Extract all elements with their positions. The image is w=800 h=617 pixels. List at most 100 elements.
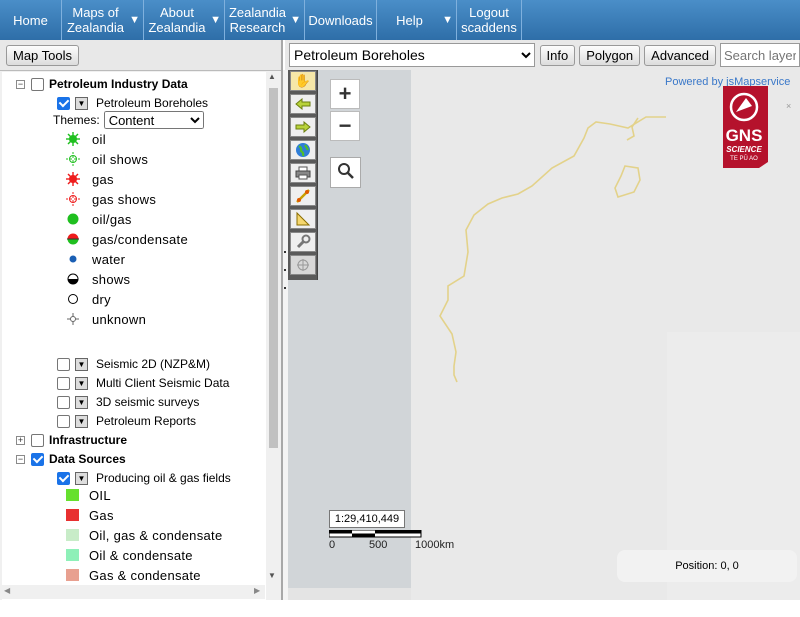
layer-options-dropdown-icon[interactable]: ▼ [75,357,88,371]
infrastructure-checkbox[interactable] [31,433,44,447]
layer-options-dropdown-icon[interactable]: ▼ [75,395,88,409]
themes-select[interactable]: Content [103,111,204,129]
layer-options-dropdown-icon[interactable]: ▼ [75,376,88,390]
zoom-out-button[interactable]: − [330,111,360,141]
wrench-icon[interactable] [290,232,316,252]
scale-tick-label: 0 [329,539,336,551]
field-legend-item: Gas & condensate [66,565,201,585]
forward-arrow-icon[interactable] [290,117,316,137]
group-data-sources: − Data Sources [16,449,126,469]
nav-zealandia-research[interactable]: Zealandia Research ▼ [225,0,305,40]
legend-swatch [66,529,79,541]
legend-label: gas [92,171,114,187]
petroleum-group-checkbox[interactable] [31,77,44,91]
legend-label: unknown [92,311,147,327]
legend-item: gas [66,169,114,189]
measure-line-icon[interactable] [290,186,316,206]
layer-options-dropdown-icon[interactable]: ▼ [75,471,88,485]
map-toolbar: Petroleum Boreholes Info Polygon Advance… [285,40,800,70]
info-button[interactable]: Info [539,44,576,66]
themes-label: Themes: [53,113,100,127]
collapse-icon[interactable]: − [16,454,25,464]
layer-multi-client-seismic: ▼ Multi Client Seismic Data [57,373,229,393]
scale-tick-label: 500 [369,539,388,551]
active-layer-select[interactable]: Petroleum Boreholes [289,43,535,67]
field-legend-item: Oil & condensate [66,545,193,565]
layer-options-dropdown-icon[interactable]: ▼ [75,96,88,110]
data-sources-checkbox[interactable] [31,452,44,466]
legend-label: Gas & condensate [89,567,201,583]
dropdown-arrow-icon: ▼ [210,14,221,26]
shows-symbol-icon [66,272,80,286]
back-arrow-icon[interactable] [290,94,316,114]
nav-downloads[interactable]: Downloads [305,0,377,40]
nav-help[interactable]: Help ▼ [377,0,457,40]
multi-client-seismic-checkbox[interactable] [57,376,70,390]
legend-item: shows [66,269,130,289]
field-legend-item: OIL [66,485,111,505]
legend-label: OIL [89,487,111,503]
oil-gas-symbol-icon [66,212,80,226]
polygon-button[interactable]: Polygon [579,44,641,66]
scroll-right-icon[interactable]: ▶ [254,586,260,595]
search-layers-input[interactable] [720,43,800,67]
nav-research-label-1: Zealandia [228,5,287,20]
scroll-down-icon[interactable]: ▼ [268,571,276,580]
legend-label: shows [92,271,131,287]
boreholes-checkbox[interactable] [57,96,70,110]
seismic-2d-checkbox[interactable] [57,357,70,371]
field-legend-item: Oil, gas & condensate [66,525,223,545]
map-vertical-toolbar: ✋ [288,70,318,280]
print-icon[interactable] [290,163,316,183]
legend-label: gas shows [92,191,157,207]
pan-hand-icon[interactable]: ✋ [290,71,316,91]
scroll-left-icon[interactable]: ◀ [4,586,10,595]
layer-label: Seismic 2D (NZP&M) [96,357,211,371]
3d-seismic-checkbox[interactable] [57,395,70,409]
scrollbar-thumb[interactable] [269,88,278,448]
crosshair-icon[interactable] [290,255,316,275]
layer-label: Petroleum Reports [96,414,197,428]
nav-maps-of-zealandia[interactable]: Maps of Zealandia ▼ [62,0,144,40]
nav-about-zealandia[interactable]: About Zealandia ▼ [144,0,225,40]
legend-label: oil [92,131,106,147]
measure-area-icon[interactable] [290,209,316,229]
layer-petroleum-reports: ▼ Petroleum Reports [57,411,196,431]
unknown-symbol-icon [66,312,80,326]
nav-home[interactable]: Home [0,0,62,40]
expand-icon[interactable]: + [16,435,25,445]
map-tools-button[interactable]: Map Tools [6,45,80,66]
layer-panel-vertical-scrollbar[interactable]: ▲ ▼ [266,72,280,584]
legend-item: gas/condensate [66,229,188,249]
legend-item: oil/gas [66,209,132,229]
petroleum-reports-checkbox[interactable] [57,414,70,428]
globe-icon[interactable] [290,140,316,160]
zoom-in-button[interactable]: + [330,79,360,109]
scale-bar [329,530,422,538]
nav-about-label-1: About [160,5,194,20]
legend-swatch [66,569,79,581]
svg-text:SCIENCE: SCIENCE [726,145,762,154]
scroll-up-icon[interactable]: ▲ [268,72,276,81]
layer-panel-horizontal-scrollbar[interactable]: ◀ ▶ [0,585,265,599]
oil-symbol-icon [66,132,80,146]
nav-downloads-label: Downloads [308,12,373,28]
gns-science-logo: GNS SCIENCE TE PŪ AO [719,86,768,168]
cursor-position-readout: Position: 0, 0 [617,550,797,582]
dry-symbol-icon [66,292,80,306]
zoom-box-button[interactable] [330,157,361,188]
legend-label: water [92,251,126,267]
gas-shows-symbol-icon [66,192,80,206]
layer-label: Multi Client Seismic Data [96,376,230,390]
advanced-button[interactable]: Advanced [644,44,716,66]
layer-3d-seismic: ▼ 3D seismic surveys [57,392,199,412]
legend-label: dry [92,291,111,307]
layer-options-dropdown-icon[interactable]: ▼ [75,414,88,428]
producing-fields-checkbox[interactable] [57,471,70,485]
nav-maps-label-1: Maps of [72,5,119,20]
close-icon[interactable]: × [786,101,791,111]
dropdown-arrow-icon: ▼ [442,14,453,26]
collapse-icon[interactable]: − [16,79,25,89]
magnifier-icon [337,162,355,183]
nav-logout[interactable]: Logout scaddens [457,0,522,40]
